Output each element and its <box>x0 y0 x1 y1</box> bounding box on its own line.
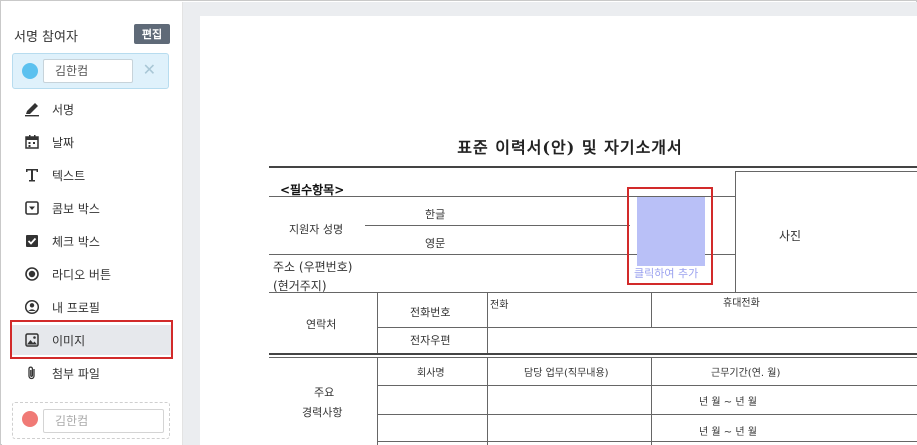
period-header: 근무기간(연. 월) <box>711 368 781 379</box>
table-line <box>735 171 917 172</box>
tool-checkbox[interactable]: 체크 박스 <box>11 226 172 256</box>
table-line <box>269 292 917 293</box>
app-frame: 서명 참여자 편집 김한컴 ✕ 서명 날짜 텍스트 콤보 박스 체크 박스 라디… <box>0 0 917 445</box>
edit-button[interactable]: 편집 <box>134 24 170 44</box>
tool-label: 콤보 박스 <box>52 201 100 216</box>
table-line <box>269 353 917 355</box>
career-label: 주요 <box>314 386 335 399</box>
tool-label: 첨부 파일 <box>52 366 100 381</box>
tool-attachment[interactable]: 첨부 파일 <box>11 358 172 388</box>
table-line <box>269 166 917 168</box>
table-line <box>487 357 488 445</box>
residence-label: (현거주지) <box>273 279 327 293</box>
document-title: 표준 이력서(안) 및 자기소개서 <box>457 138 683 157</box>
tool-label: 라디오 버튼 <box>52 267 112 282</box>
tool-combo-box[interactable]: 콤보 박스 <box>11 193 172 223</box>
table-line <box>365 225 630 226</box>
signer-name-field[interactable]: 김한컴 <box>43 409 164 433</box>
tool-radio-button[interactable]: 라디오 버튼 <box>11 259 172 289</box>
company-header: 회사명 <box>417 368 445 379</box>
table-line <box>377 441 917 442</box>
career-label-2: 경력사항 <box>302 406 343 419</box>
period-range: 년 월 ~ 년 월 <box>699 397 757 408</box>
signer-header: 서명 참여자 편집 <box>14 24 170 46</box>
profile-icon <box>24 299 40 315</box>
tool-label: 내 프로필 <box>52 300 100 315</box>
tool-label: 날짜 <box>52 135 75 150</box>
pen-icon <box>24 101 40 117</box>
table-line <box>651 357 652 445</box>
radio-icon <box>24 266 40 282</box>
tool-signature[interactable]: 서명 <box>11 94 172 124</box>
signer-item-inactive[interactable]: 김한컴 <box>12 402 170 439</box>
name-english-label: 영문 <box>425 237 446 250</box>
combo-box-icon <box>24 200 40 216</box>
tool-label: 체크 박스 <box>52 234 100 249</box>
mobile-label: 휴대전화 <box>723 298 760 309</box>
required-section-label: <필수항목> <box>280 183 345 197</box>
name-korean-label: 한글 <box>425 208 446 221</box>
table-line <box>651 292 652 327</box>
highlight-box <box>10 320 173 359</box>
checkbox-icon <box>24 233 40 249</box>
email-label: 전자우편 <box>410 334 451 347</box>
phone-number-label: 전화번호 <box>410 306 451 319</box>
signer-title: 서명 참여자 <box>14 30 78 45</box>
signer-name-field[interactable]: 김한컴 <box>43 59 133 83</box>
text-icon <box>24 167 40 183</box>
highlight-box <box>627 187 713 285</box>
table-line <box>377 292 378 353</box>
table-line <box>487 292 488 353</box>
signer-item-active[interactable]: 김한컴 ✕ <box>12 53 169 89</box>
tool-date[interactable]: 날짜 <box>11 127 172 157</box>
signer-color-dot <box>22 411 38 427</box>
table-line <box>377 327 917 328</box>
tool-my-profile[interactable]: 내 프로필 <box>11 292 172 322</box>
paperclip-icon <box>24 365 40 381</box>
document-page: 표준 이력서(안) 및 자기소개서 <필수항목> 지원자 성명 한글 영문 주소… <box>200 16 917 445</box>
table-line <box>377 357 378 445</box>
period-range: 년 월 ~ 년 월 <box>699 427 757 438</box>
tool-label: 서명 <box>52 102 75 117</box>
tool-label: 텍스트 <box>52 168 86 183</box>
phone-label: 전화 <box>490 300 509 311</box>
duty-header: 담당 업무(직무내용) <box>524 368 609 379</box>
table-line <box>269 357 917 358</box>
tool-text[interactable]: 텍스트 <box>11 160 172 190</box>
remove-signer-icon[interactable]: ✕ <box>143 60 156 80</box>
contact-label: 연락처 <box>306 318 337 331</box>
address-label: 주소 (우편번호) <box>273 260 353 274</box>
signer-color-dot <box>22 63 38 79</box>
table-line <box>377 385 917 386</box>
table-line <box>377 414 917 415</box>
sidebar: 서명 참여자 편집 김한컴 ✕ 서명 날짜 텍스트 콤보 박스 체크 박스 라디… <box>2 2 183 445</box>
table-line <box>735 171 736 292</box>
document-canvas[interactable]: 표준 이력서(안) 및 자기소개서 <필수항목> 지원자 성명 한글 영문 주소… <box>183 2 917 445</box>
applicant-name-label: 지원자 성명 <box>289 223 344 236</box>
calendar-icon <box>24 134 40 150</box>
photo-label: 사진 <box>779 229 802 243</box>
